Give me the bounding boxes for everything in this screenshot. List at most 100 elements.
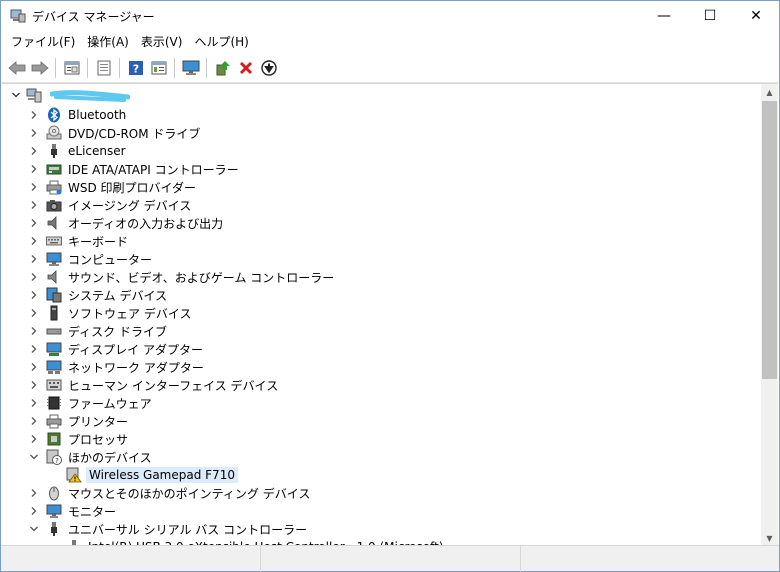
chevron-right-icon[interactable]	[26, 179, 42, 195]
show-hidden-icon[interactable]	[92, 56, 115, 79]
back-icon[interactable]	[5, 56, 28, 79]
chevron-right-icon[interactable]	[26, 215, 42, 231]
tree-item-label: ほかのデバイス	[68, 450, 152, 465]
toolbar-separator	[119, 57, 120, 78]
chevron-right-icon[interactable]	[26, 431, 42, 447]
tree-item-label: IDE ATA/ATAPI コントローラー	[68, 162, 239, 177]
chevron-right-icon[interactable]	[26, 251, 42, 267]
tree-item-label: プロセッサ	[68, 432, 129, 447]
menu-view[interactable]: 表示(V)	[135, 32, 189, 52]
tree-item-category[interactable]: IDE ATA/ATAPI コントローラー	[2, 160, 761, 178]
dvd-drive-icon	[46, 125, 62, 141]
chevron-right-icon[interactable]	[26, 269, 42, 285]
chevron-right-icon[interactable]	[26, 323, 42, 339]
firmware-icon	[46, 395, 62, 411]
device-tree-panel: Bluetooth DVD/CD-ROM ドライブ eLicenser IDE ATA…	[2, 83, 778, 547]
vertical-scrollbar[interactable]: ▲ ▼	[761, 84, 778, 547]
chevron-down-icon[interactable]	[26, 521, 42, 537]
tree-item-device[interactable]: Wireless Gamepad F710	[2, 466, 761, 484]
tree-item-category[interactable]: サウンド、ビデオ、およびゲーム コントローラー	[2, 268, 761, 286]
tree-item-category[interactable]: ソフトウェア デバイス	[2, 304, 761, 322]
hid-icon	[46, 377, 62, 393]
forward-icon[interactable]	[28, 56, 51, 79]
title-bar[interactable]: デバイス マネージャー — ☐ ✕	[1, 1, 779, 31]
tree-item-category[interactable]: システム デバイス	[2, 286, 761, 304]
svg-text:?: ?	[132, 62, 138, 75]
keyboard-icon	[46, 233, 62, 249]
tree-item-category[interactable]: マウスとそのほかのポインティング デバイス	[2, 484, 761, 502]
tree-item-category[interactable]: プロセッサ	[2, 430, 761, 448]
toolbar-separator	[87, 57, 88, 78]
monitor-icon[interactable]	[179, 56, 202, 79]
scrollbar-thumb[interactable]	[762, 101, 777, 379]
view-icon[interactable]	[147, 56, 170, 79]
tree-item-label: ファームウェア	[68, 396, 152, 411]
properties-icon[interactable]	[60, 56, 83, 79]
monitor-icon	[46, 503, 62, 519]
tree-item-label: eLicenser	[68, 144, 126, 158]
chevron-right-icon[interactable]	[26, 485, 42, 501]
network-adapter-icon	[46, 359, 62, 375]
chevron-right-icon[interactable]	[26, 107, 42, 123]
chevron-right-icon[interactable]	[26, 377, 42, 393]
tree-item-label: イメージング デバイス	[68, 198, 192, 213]
tree-item-label: キーボード	[68, 234, 129, 249]
chevron-right-icon[interactable]	[26, 161, 42, 177]
tree-root[interactable]	[2, 84, 761, 106]
redaction-scribble	[50, 90, 130, 102]
computer-root-icon	[26, 87, 42, 103]
chevron-right-icon[interactable]	[26, 125, 42, 141]
mouse-icon	[46, 485, 62, 501]
chevron-down-icon[interactable]	[8, 87, 24, 103]
uninstall-icon[interactable]	[234, 56, 257, 79]
chevron-right-icon[interactable]	[26, 233, 42, 249]
chevron-right-icon[interactable]	[26, 503, 42, 519]
scan-changes-icon[interactable]	[257, 56, 280, 79]
tree-item-category[interactable]: プリンター	[2, 412, 761, 430]
tree-item-category[interactable]: DVD/CD-ROM ドライブ	[2, 124, 761, 142]
device-tree[interactable]: Bluetooth DVD/CD-ROM ドライブ eLicenser IDE ATA…	[2, 84, 761, 547]
tree-item-category[interactable]: ユニバーサル シリアル バス コントローラー	[2, 520, 761, 538]
computer-icon	[46, 251, 62, 267]
tree-item-category[interactable]: オーディオの入力および出力	[2, 214, 761, 232]
menu-action[interactable]: 操作(A)	[81, 32, 135, 52]
tree-item-label: Bluetooth	[68, 108, 127, 122]
help-icon[interactable]: ?	[124, 56, 147, 79]
tree-item-label: ネットワーク アダプター	[68, 360, 204, 375]
printer-icon	[46, 413, 62, 429]
tree-item-category[interactable]: eLicenser	[2, 142, 761, 160]
tree-item-category[interactable]: ? ほかのデバイス	[2, 448, 761, 466]
chevron-right-icon[interactable]	[26, 287, 42, 303]
scroll-up-arrow-icon[interactable]: ▲	[761, 84, 778, 101]
tree-item-label: オーディオの入力および出力	[68, 216, 224, 231]
chevron-right-icon[interactable]	[26, 359, 42, 375]
toolbar-separator	[55, 57, 56, 78]
tree-item-category[interactable]: ヒューマン インターフェイス デバイス	[2, 376, 761, 394]
tree-item-category[interactable]: Bluetooth	[2, 106, 761, 124]
chevron-right-icon[interactable]	[26, 413, 42, 429]
tree-item-category[interactable]: ネットワーク アダプター	[2, 358, 761, 376]
chevron-right-icon[interactable]	[26, 341, 42, 357]
system-device-icon	[46, 287, 62, 303]
window-title: デバイス マネージャー	[32, 9, 155, 24]
chevron-right-icon[interactable]	[26, 143, 42, 159]
tree-item-category[interactable]: WSD 印刷プロバイダー	[2, 178, 761, 196]
chevron-right-icon[interactable]	[26, 197, 42, 213]
chevron-right-icon[interactable]	[26, 305, 42, 321]
tree-item-category[interactable]: ディスク ドライブ	[2, 322, 761, 340]
tree-item-category[interactable]: コンピューター	[2, 250, 761, 268]
close-button[interactable]: ✕	[733, 1, 779, 31]
minimize-button[interactable]: —	[641, 1, 687, 31]
chevron-right-icon[interactable]	[26, 395, 42, 411]
tree-item-category[interactable]: キーボード	[2, 232, 761, 250]
maximize-button[interactable]: ☐	[687, 1, 733, 31]
tree-item-category[interactable]: ファームウェア	[2, 394, 761, 412]
tree-item-category[interactable]: イメージング デバイス	[2, 196, 761, 214]
menu-help[interactable]: ヘルプ(H)	[188, 32, 254, 52]
tree-item-label: DVD/CD-ROM ドライブ	[68, 126, 201, 141]
menu-file[interactable]: ファイル(F)	[5, 32, 81, 52]
tree-item-category[interactable]: モニター	[2, 502, 761, 520]
tree-item-category[interactable]: ディスプレイ アダプター	[2, 340, 761, 358]
update-driver-icon[interactable]	[211, 56, 234, 79]
chevron-down-icon[interactable]	[26, 449, 42, 465]
